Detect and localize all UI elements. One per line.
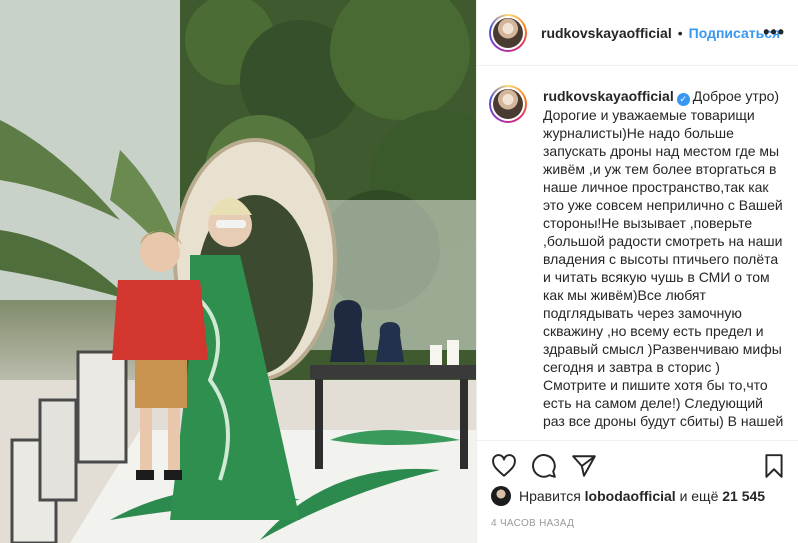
more-options-button[interactable]: ••• [763, 22, 785, 43]
heart-icon[interactable] [491, 453, 517, 479]
likes-row: Нравится lobodaofficial и ещё 21 545 [491, 486, 765, 506]
verified-badge-icon: ✓ [676, 93, 690, 106]
comment-icon[interactable] [531, 453, 557, 479]
liker-avatar[interactable] [491, 486, 511, 506]
caption-text: Доброе утро) Дорогие и уважаемые товарищ… [543, 88, 784, 429]
caption-body: rudkovskayaofficial ✓ Доброе утро) Дорогие… [543, 87, 785, 430]
author-username-link[interactable]: rudkovskayaofficial [541, 25, 672, 41]
header-separator: • [677, 24, 683, 41]
liker-username-link[interactable]: lobodaofficial [585, 488, 676, 504]
photo-illustration [0, 0, 476, 543]
caption-avatar[interactable] [489, 85, 527, 123]
likes-middle: и ещё [679, 488, 719, 504]
post-photo[interactable] [0, 0, 476, 543]
post-panel: rudkovskayaofficial • Подписаться ••• ru… [476, 0, 798, 543]
bookmark-icon[interactable] [761, 453, 787, 479]
post-timestamp[interactable]: 4 ЧАСОВ НАЗАД [491, 518, 574, 529]
author-avatar[interactable] [489, 13, 527, 52]
action-bar [477, 440, 798, 490]
post-header: rudkovskayaofficial • Подписаться ••• [477, 0, 798, 66]
caption-username-link[interactable]: rudkovskayaofficial [543, 88, 674, 104]
likes-prefix: Нравится [519, 488, 581, 504]
likes-count-link[interactable]: 21 545 [722, 488, 765, 504]
share-icon[interactable] [571, 453, 597, 479]
caption-section: rudkovskayaofficial ✓ Доброе утро) Дорогие… [477, 67, 798, 440]
